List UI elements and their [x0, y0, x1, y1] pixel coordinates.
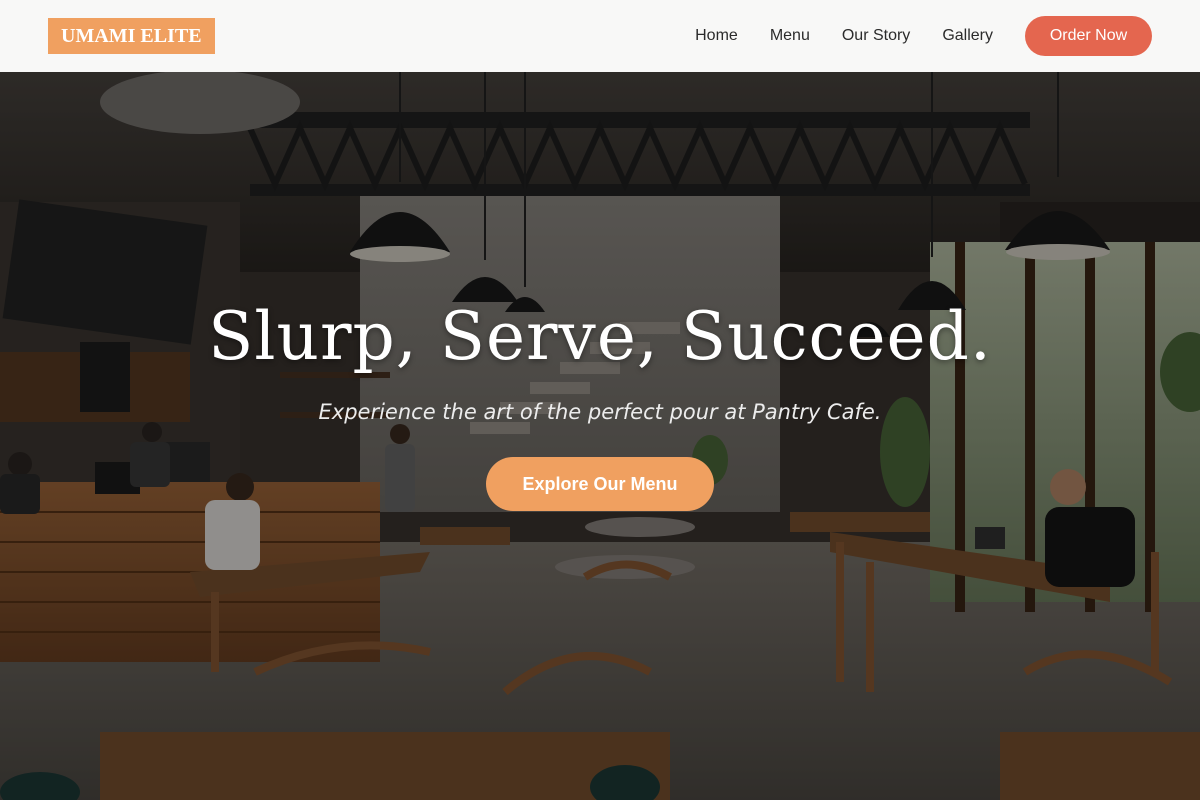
logo-text: UMAMI ELITE	[61, 24, 202, 47]
nav-link-gallery[interactable]: Gallery	[942, 27, 993, 45]
hero-subtitle: Experience the art of the perfect pour a…	[318, 400, 882, 424]
nav-link-home[interactable]: Home	[695, 27, 738, 45]
hero-content: Slurp, Serve, Succeed. Experience the ar…	[0, 72, 1200, 800]
order-now-button[interactable]: Order Now	[1025, 16, 1152, 56]
main-nav: Home Menu Our Story Gallery Order Now	[695, 16, 1152, 56]
explore-menu-button[interactable]: Explore Our Menu	[486, 457, 714, 511]
hero-title: Slurp, Serve, Succeed.	[208, 298, 992, 375]
site-header: UMAMI ELITE Home Menu Our Story Gallery …	[0, 0, 1200, 72]
hero-section: Slurp, Serve, Succeed. Experience the ar…	[0, 72, 1200, 800]
brand-logo[interactable]: UMAMI ELITE	[48, 18, 215, 54]
nav-link-our-story[interactable]: Our Story	[842, 27, 910, 45]
nav-link-menu[interactable]: Menu	[770, 27, 810, 45]
